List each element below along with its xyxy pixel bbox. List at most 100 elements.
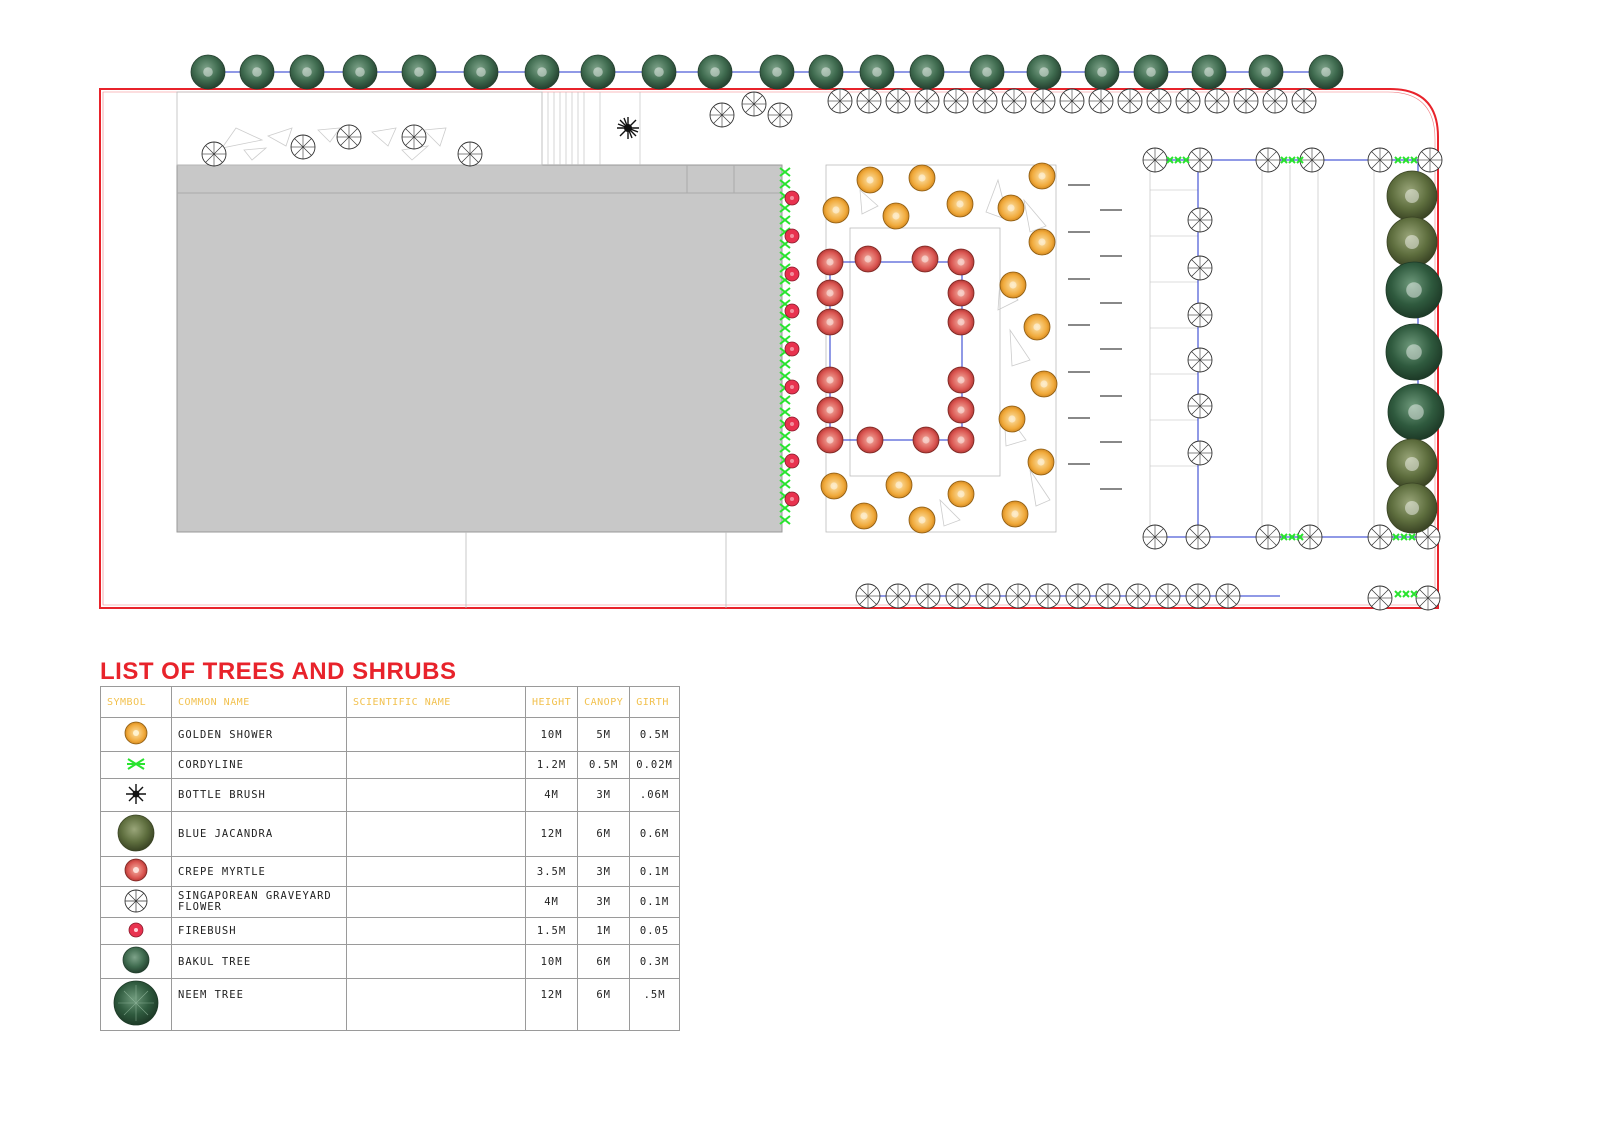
firebush-symbol <box>784 190 800 206</box>
singaporean-graveyard-flower-symbol <box>1185 583 1211 609</box>
girth-value: 0.02M <box>629 751 680 779</box>
singaporean-graveyard-flower-symbol <box>1030 88 1056 114</box>
table-row: SINGAPOREAN GRAVEYARD FLOWER 4M 3M 0.1M <box>100 886 680 918</box>
bakul-tree-symbol <box>1248 54 1284 90</box>
singaporean-graveyard-flower-symbol <box>1187 255 1213 281</box>
golden-shower-symbol <box>882 202 910 230</box>
singaporean-graveyard-flower-symbol <box>401 124 427 150</box>
singaporean-graveyard-flower-symbol <box>1095 583 1121 609</box>
singaporean-graveyard-flower-symbol <box>855 583 881 609</box>
singaporean-graveyard-flower-symbol <box>1204 88 1230 114</box>
singaporean-graveyard-flower-symbol <box>972 88 998 114</box>
firebush-symbol <box>784 341 800 357</box>
neem-tree-symbol <box>1385 261 1443 319</box>
singaporean-graveyard-flower-symbol <box>856 88 882 114</box>
bakul-tree-symbol <box>1084 54 1120 90</box>
bakul-tree-symbol <box>909 54 945 90</box>
girth-value: 0.6M <box>629 811 680 857</box>
landscape-site-plan <box>99 54 1445 611</box>
firebush-cordyline-hedge <box>779 156 1418 598</box>
singaporean-graveyard-flower-symbol <box>827 88 853 114</box>
header-symbol: SYMBOL <box>100 686 172 718</box>
blue-jacandra-symbol <box>1386 216 1438 268</box>
singaporean-graveyard-flower-symbol <box>1175 88 1201 114</box>
scientific-name <box>346 944 526 979</box>
crepe-myrtle-symbol <box>947 248 975 276</box>
bakul-tree-symbol <box>759 54 795 90</box>
crepe-myrtle-symbol <box>854 245 882 273</box>
table-row: BAKUL TREE 10M 6M 0.3M <box>100 944 680 979</box>
height-value: 4M <box>524 778 579 812</box>
golden-shower-symbol <box>946 190 974 218</box>
singaporean-graveyard-flower-symbol <box>1415 585 1441 611</box>
crepe-myrtle-symbol <box>947 426 975 454</box>
singaporean-graveyard-flower-symbol <box>1291 88 1317 114</box>
height-value: 10M <box>524 944 579 979</box>
singaporean-graveyard-flower-symbol <box>1187 440 1213 466</box>
singaporean-graveyard-flower-symbol <box>709 102 735 128</box>
legend-title: LIST OF TREES AND SHRUBS <box>100 658 457 685</box>
canopy-value: 0.5M <box>577 751 631 779</box>
golden-shower-symbol <box>1027 448 1055 476</box>
canopy-value: 3M <box>577 886 631 918</box>
crepe-myrtle-symbol <box>816 426 844 454</box>
common-name: GOLDEN SHOWER <box>171 717 347 752</box>
canopy-value: 6M <box>577 811 631 857</box>
firebush-symbol <box>784 228 800 244</box>
bakul-tree-symbol <box>580 54 616 90</box>
bakul-tree-symbol <box>1026 54 1062 90</box>
crepe-myrtle-symbol <box>816 248 844 276</box>
girth-value: 0.5M <box>629 717 680 752</box>
scientific-name <box>346 978 526 1031</box>
golden-shower-symbol <box>1028 228 1056 256</box>
height-value: 12M <box>524 811 579 857</box>
crepe-myrtle-trees <box>816 245 975 454</box>
canopy-value: 1M <box>577 917 631 945</box>
bakul-tree-symbol <box>641 54 677 90</box>
singaporean-graveyard-flower-symbol <box>945 583 971 609</box>
neem-tree-symbol <box>1385 323 1443 381</box>
singaporean-graveyard-flower-symbol <box>1417 147 1443 173</box>
common-name: BLUE JACANDRA <box>171 811 347 857</box>
scientific-name <box>346 886 526 918</box>
bottle-brush-tree <box>617 117 639 139</box>
height-value: 4M <box>524 886 579 918</box>
singaporean-graveyard-flower-symbol <box>914 88 940 114</box>
height-value: 12M <box>524 978 579 1031</box>
singaporean-graveyard-flower-symbol <box>1187 393 1213 419</box>
canopy-value: 6M <box>577 944 631 979</box>
table-row: CREPE MYRTLE 3.5M 3M 0.1M <box>100 856 680 887</box>
crepe-myrtle-symbol <box>816 279 844 307</box>
neem-tree-icon <box>100 978 172 1031</box>
header-height: HEIGHT <box>524 686 579 718</box>
cordyline-icon <box>100 751 172 779</box>
header-girth: GIRTH <box>629 686 680 718</box>
singaporean-graveyard-flower-symbol <box>1185 524 1211 550</box>
height-value: 10M <box>524 717 579 752</box>
bakul-tree-icon <box>100 944 172 979</box>
scientific-name <box>346 717 526 752</box>
girth-value: .06M <box>629 778 680 812</box>
crepe-myrtle-symbol <box>911 245 939 273</box>
golden-shower-symbol <box>1023 313 1051 341</box>
blue-jacandra-symbol <box>1386 482 1438 534</box>
golden-shower-symbol <box>822 196 850 224</box>
crepe-myrtle-symbol <box>816 366 844 394</box>
table-row: CORDYLINE 1.2M 0.5M 0.02M <box>100 751 680 779</box>
golden-shower-symbol <box>1028 162 1056 190</box>
bakul-tree-symbol <box>190 54 226 90</box>
singaporean-graveyard-flower-symbol <box>1146 88 1172 114</box>
common-name: SINGAPOREAN GRAVEYARD FLOWER <box>171 886 347 918</box>
singaporean-graveyard-flower-symbol <box>290 134 316 160</box>
crepe-myrtle-symbol <box>947 308 975 336</box>
golden-shower-symbol <box>908 506 936 534</box>
bakul-tree-symbol <box>808 54 844 90</box>
blue-jacandra-icon <box>100 811 172 857</box>
girth-value: 0.05 <box>629 917 680 945</box>
common-name: CORDYLINE <box>171 751 347 779</box>
golden-shower-symbol <box>1030 370 1058 398</box>
singaporean-graveyard-flower-symbol <box>1187 147 1213 173</box>
species-legend-table: SYMBOL COMMON NAME SCIENTIFIC NAME HEIGH… <box>100 686 680 1031</box>
common-name: NEEM TREE <box>171 978 347 1031</box>
building-footprint <box>176 164 783 533</box>
